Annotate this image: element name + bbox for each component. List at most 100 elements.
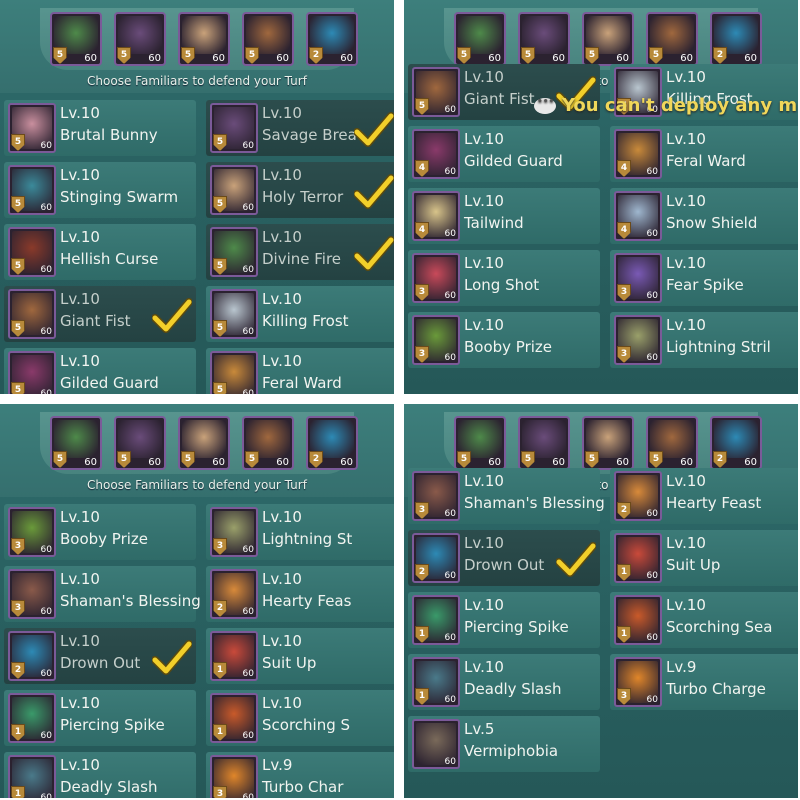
team-slot[interactable]: 5 60 <box>518 12 570 66</box>
team-slot[interactable]: 5 60 <box>518 416 570 470</box>
team-slot[interactable]: 5 60 <box>50 12 102 66</box>
familiar-name: Savage Breat <box>262 126 363 144</box>
portrait-level: 60 <box>40 203 52 213</box>
familiar-card[interactable]: 1 60 Lv.10 Scorching Sea <box>610 592 798 648</box>
familiar-card[interactable]: 1 60 Lv.10 Piercing Spike <box>4 690 196 746</box>
familiar-card[interactable]: 3 60 Lv.10 Lightning Stril <box>610 312 798 368</box>
familiar-card[interactable]: 1 60 Lv.10 Piercing Spike <box>408 592 600 648</box>
familiar-grid: 5 60 Lv.10 Brutal Bunny 5 60 Lv.10 Savage Breat… <box>0 94 394 394</box>
rank-shield-icon: 5 <box>53 47 67 64</box>
team-slot[interactable]: 5 60 <box>114 416 166 470</box>
team-slot[interactable]: 5 60 <box>242 12 294 66</box>
team-slot[interactable]: 5 60 <box>646 416 698 470</box>
familiar-card[interactable]: 1 60 Lv.10 Suit Up <box>206 628 394 684</box>
familiar-card[interactable]: 1 60 Lv.10 Suit Up <box>610 530 798 586</box>
familiar-card[interactable]: 3 60 Lv.10 Lightning St <box>206 504 394 560</box>
familiar-card[interactable]: 2 60 Lv.10 Hearty Feas <box>206 566 394 622</box>
team-slot[interactable]: 5 60 <box>454 12 506 66</box>
portrait-level: 60 <box>444 509 456 519</box>
familiar-card[interactable]: 5 60 Lv.10 Gilded Guard <box>4 348 196 394</box>
familiar-card[interactable]: 5 60 Lv.10 Holy Terror <box>206 162 394 218</box>
familiar-card[interactable]: 5 60 Lv.10 Hellish Curse <box>4 224 196 280</box>
familiar-name: Booby Prize <box>60 530 149 548</box>
team-slot[interactable]: 2 60 <box>306 416 358 470</box>
portrait-level: 60 <box>444 291 456 301</box>
familiar-card[interactable]: 2 60 Lv.10 Hearty Feast <box>610 468 798 524</box>
team-slot-level: 60 <box>744 457 757 468</box>
familiar-portrait: 2 60 <box>614 471 662 521</box>
team-slot[interactable]: 5 60 <box>242 416 294 470</box>
familiar-card[interactable]: 5 60 Lv.10 Stinging Swarm <box>4 162 196 218</box>
familiar-card[interactable]: 3 60 Lv.10 Long Shot <box>408 250 600 306</box>
familiar-card[interactable]: 5 60 Lv.10 Killing Frost <box>206 286 394 342</box>
familiar-card[interactable]: 4 60 Lv.10 Feral Ward <box>610 126 798 182</box>
familiar-card[interactable]: 60 Lv.5 Vermiphobia <box>408 716 600 772</box>
familiar-card[interactable]: 1 60 Lv.10 Deadly Slash <box>408 654 600 710</box>
team-slot[interactable]: 5 60 <box>582 416 634 470</box>
familiar-level: Lv.10 <box>464 316 504 334</box>
familiar-name: Scorching Sea <box>666 618 773 636</box>
familiar-portrait: 2 60 <box>210 569 258 619</box>
team-slot[interactable]: 5 60 <box>178 416 230 470</box>
familiar-portrait: 60 <box>412 719 460 769</box>
checkmark-icon <box>353 112 394 148</box>
familiar-card[interactable]: 3 60 Lv.9 Turbo Charge <box>610 654 798 710</box>
team-slot[interactable]: 5 60 <box>178 12 230 66</box>
familiar-card[interactable]: 4 60 Lv.10 Tailwind <box>408 188 600 244</box>
familiar-grid: 3 60 Lv.10 Shaman's Blessing 2 60 Lv.10 Hearty … <box>404 468 798 798</box>
familiar-level: Lv.10 <box>666 316 706 334</box>
portrait-level: 60 <box>444 167 456 177</box>
team-slot[interactable]: 5 60 <box>114 12 166 66</box>
checkmark-icon <box>555 542 597 578</box>
team-slot[interactable]: 5 60 <box>454 416 506 470</box>
familiar-card[interactable]: 5 60 Lv.10 Feral Ward <box>206 348 394 394</box>
familiar-name: Drown Out <box>464 556 545 574</box>
familiar-name: Feral Ward <box>262 374 342 392</box>
familiar-card[interactable]: 5 60 Lv.10 Divine Fire <box>206 224 394 280</box>
familiar-card[interactable]: 3 60 Lv.10 Booby Prize <box>4 504 196 560</box>
familiar-card[interactable]: 3 60 Lv.10 Shaman's Blessing <box>4 566 201 622</box>
team-slot[interactable]: 2 60 <box>710 12 762 66</box>
familiar-level: Lv.10 <box>666 534 706 552</box>
familiar-card[interactable]: 3 60 Lv.10 Booby Prize <box>408 312 600 368</box>
familiar-level: Lv.5 <box>464 720 495 738</box>
familiar-name: Stinging Swarm <box>60 188 179 206</box>
familiar-portrait: 3 60 <box>210 507 258 557</box>
familiar-card[interactable]: 4 60 Lv.10 Gilded Guard <box>408 126 600 182</box>
familiar-portrait: 5 60 <box>8 289 56 339</box>
familiar-card[interactable]: 4 60 Lv.10 Snow Shield <box>610 188 798 244</box>
familiar-card[interactable]: 5 60 Lv.10 Savage Breat <box>206 100 394 156</box>
team-slot[interactable]: 5 60 <box>50 416 102 470</box>
portrait-level: 60 <box>242 731 254 741</box>
portrait-level: 60 <box>242 793 254 798</box>
familiar-level: Lv.10 <box>464 472 504 490</box>
familiar-grid: 5 60 Lv.10 Giant Fist 5 60 Lv.10 Killing Frost 4… <box>404 64 798 394</box>
familiar-card[interactable]: 3 60 Lv.9 Turbo Char <box>206 752 394 798</box>
familiar-portrait: 3 60 <box>614 315 662 365</box>
familiar-level: Lv.10 <box>262 290 302 308</box>
familiar-portrait: 1 60 <box>412 595 460 645</box>
familiar-card[interactable]: 3 60 Lv.10 Shaman's Blessing <box>408 468 605 524</box>
familiar-name: Turbo Char <box>262 778 344 796</box>
familiar-card[interactable]: 2 60 Lv.10 Drown Out <box>408 530 600 586</box>
familiar-card[interactable]: 3 60 Lv.10 Fear Spike <box>610 250 798 306</box>
team-slot-level: 60 <box>340 53 353 64</box>
rank-shield-icon: 5 <box>649 451 663 468</box>
familiar-card[interactable]: 1 60 Lv.10 Deadly Slash <box>4 752 196 798</box>
team-slot-level: 60 <box>488 457 501 468</box>
rank-shield-icon: 2 <box>713 451 727 468</box>
familiar-card[interactable]: 5 60 Lv.10 Giant Fist <box>4 286 196 342</box>
team-slot[interactable]: 5 60 <box>646 12 698 66</box>
team-slot[interactable]: 2 60 <box>306 12 358 66</box>
checkmark-icon <box>353 174 394 210</box>
team-slot[interactable]: 5 60 <box>582 12 634 66</box>
familiar-level: Lv.10 <box>262 228 302 246</box>
familiar-level: Lv.10 <box>666 596 706 614</box>
portrait-level: 60 <box>646 633 658 643</box>
familiar-level: Lv.10 <box>666 472 706 490</box>
familiar-card[interactable]: 2 60 Lv.10 Drown Out <box>4 628 196 684</box>
familiar-level: Lv.10 <box>60 756 100 774</box>
team-slot[interactable]: 2 60 <box>710 416 762 470</box>
familiar-card[interactable]: 5 60 Lv.10 Brutal Bunny <box>4 100 196 156</box>
familiar-card[interactable]: 1 60 Lv.10 Scorching S <box>206 690 394 746</box>
